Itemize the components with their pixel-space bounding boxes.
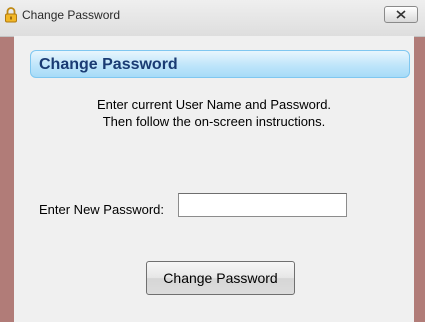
instructions-text: Enter current User Name and Password. Th… — [14, 96, 414, 130]
padlock-icon — [2, 6, 20, 24]
header-banner: Change Password — [30, 50, 410, 78]
change-password-window: Change Password Change Password Enter cu… — [0, 0, 425, 322]
new-password-input[interactable] — [178, 193, 347, 217]
change-password-button[interactable]: Change Password — [146, 261, 295, 295]
header-title: Change Password — [39, 56, 178, 73]
new-password-label: Enter New Password: — [39, 202, 164, 217]
window-title: Change Password — [22, 8, 121, 22]
close-icon — [396, 10, 406, 19]
instructions-line-1: Enter current User Name and Password. — [96, 97, 332, 112]
dialog-body: Change Password Enter current User Name … — [14, 36, 414, 322]
title-bar[interactable]: Change Password — [0, 0, 425, 37]
close-button[interactable] — [384, 6, 418, 23]
instructions-line-2: Then follow the on-screen instructions. — [102, 114, 326, 129]
